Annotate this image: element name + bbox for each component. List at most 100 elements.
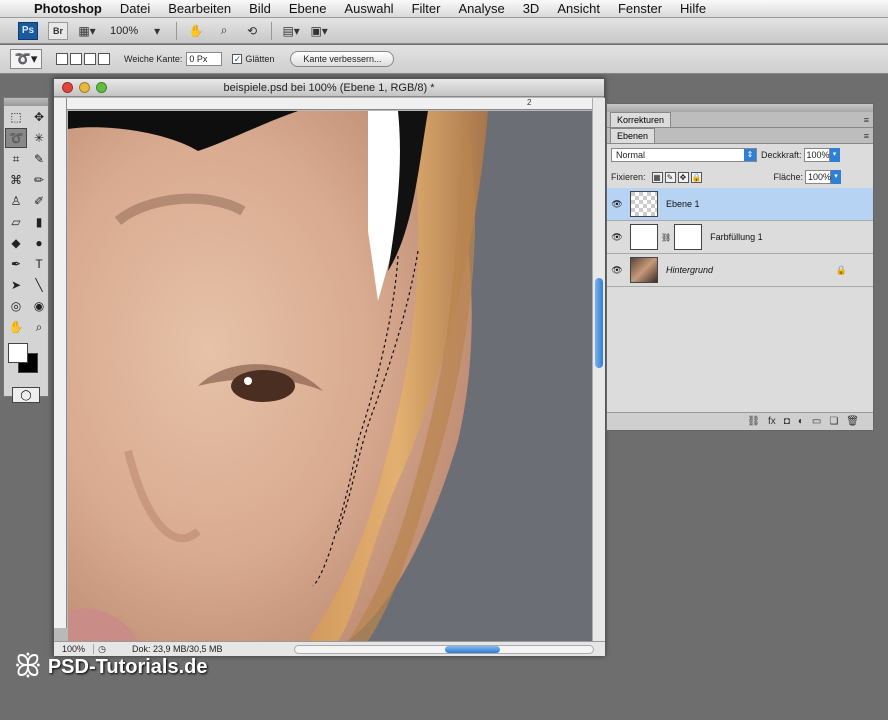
portrait-image <box>68 111 592 641</box>
gradient-tool-icon[interactable]: ▮ <box>28 212 50 232</box>
vertical-scrollbar[interactable] <box>592 98 605 641</box>
vertical-ruler[interactable] <box>54 98 67 628</box>
bridge-button[interactable]: Br <box>48 21 68 40</box>
zoom-tool-icon[interactable]: ⌕ <box>28 317 50 337</box>
magic-wand-icon[interactable]: ✳ <box>28 128 50 148</box>
adjustment-layer-icon[interactable]: ◐ <box>798 416 804 427</box>
eyedropper-icon[interactable]: ✎ <box>28 149 50 169</box>
color-swatches[interactable] <box>4 341 48 381</box>
tools-panel-header[interactable] <box>4 98 48 106</box>
menu-datei[interactable]: Datei <box>111 1 159 16</box>
marquee-tool-icon[interactable]: ⬚ <box>5 107 27 127</box>
lock-position-icon[interactable]: ✥ <box>677 171 689 183</box>
panel-menu-icon[interactable]: ≡ <box>864 115 869 125</box>
hand-tool-icon[interactable]: ✋ <box>5 317 27 337</box>
opacity-arrow-icon[interactable]: ▾ <box>829 148 840 162</box>
rotate-view-icon[interactable]: ⟲ <box>243 23 261 39</box>
clone-stamp-icon[interactable]: ♙ <box>5 191 27 211</box>
link-layers-icon[interactable]: ⛓ <box>747 416 760 427</box>
tab-layers[interactable]: Ebenen <box>610 128 656 143</box>
menu-bar: Photoshop Datei Bearbeiten Bild Ebene Au… <box>0 0 888 18</box>
layer-row[interactable]: 👁 Ebene 1 <box>607 188 873 221</box>
horizontal-ruler[interactable]: 2 <box>67 98 605 110</box>
menu-auswahl[interactable]: Auswahl <box>335 1 402 16</box>
menu-filter[interactable]: Filter <box>403 1 450 16</box>
quick-mask-button[interactable]: ◯ <box>12 387 40 403</box>
refine-edge-button[interactable]: Kante verbessern... <box>290 51 395 67</box>
opacity-input[interactable]: 100% ▾ <box>803 148 840 162</box>
fill-input[interactable]: 100% ▾ <box>805 170 842 184</box>
view-extras-icon[interactable]: ▦▾ <box>78 23 96 39</box>
pen-tool-icon[interactable]: ✒ <box>5 254 27 274</box>
layer-name[interactable]: Ebene 1 <box>666 199 700 209</box>
hand-icon[interactable]: ✋ <box>187 23 205 39</box>
watermark-text: PSD-Tutorials.de <box>47 655 208 678</box>
lock-transparency-icon[interactable]: ▦ <box>651 171 663 183</box>
visibility-eye-icon[interactable]: 👁 <box>610 232 624 243</box>
line-tool-icon[interactable]: ╲ <box>28 275 50 295</box>
visibility-eye-icon[interactable]: 👁 <box>610 199 624 210</box>
horizontal-scrollbar[interactable] <box>294 645 594 654</box>
ps-logo-icon: Ps <box>18 21 38 40</box>
layers-menu-icon[interactable]: ≡ <box>864 131 869 141</box>
layer-name[interactable]: Farbfüllung 1 <box>710 232 763 242</box>
document-titlebar[interactable]: beispiele.psd bei 100% (Ebene 1, RGB/8) … <box>54 79 604 97</box>
new-group-icon[interactable]: ▭ <box>812 416 821 427</box>
arrange-documents-icon[interactable]: ▤▾ <box>282 23 300 39</box>
new-layer-icon[interactable]: ❏ <box>829 416 838 427</box>
lock-all-icon[interactable]: 🔒 <box>690 171 702 183</box>
tool-preset-picker[interactable]: ➰▾ <box>10 49 42 69</box>
menu-analyse[interactable]: Analyse <box>449 1 513 16</box>
zoom-select[interactable]: 100% <box>110 25 138 37</box>
opacity-label: Deckkraft: <box>761 150 802 160</box>
menu-bearbeiten[interactable]: Bearbeiten <box>159 1 240 16</box>
3d-rotate-icon[interactable]: ◎ <box>5 296 27 316</box>
type-tool-icon[interactable]: T <box>28 254 50 274</box>
layer-row[interactable]: 👁 Hintergrund 🔒 <box>607 254 873 287</box>
screen-mode-icon[interactable]: ▣▾ <box>310 23 328 39</box>
menu-ebene[interactable]: Ebene <box>280 1 336 16</box>
vertical-scroll-thumb[interactable] <box>595 278 603 368</box>
layer-style-icon[interactable]: fx <box>768 416 776 427</box>
panel-header-bar[interactable] <box>607 104 873 112</box>
menu-fenster[interactable]: Fenster <box>609 1 671 16</box>
visibility-eye-icon[interactable]: 👁 <box>610 265 624 276</box>
feather-input[interactable]: 0 Px <box>186 52 223 66</box>
zoom-icon[interactable]: ⌕ <box>215 23 233 39</box>
path-selection-icon[interactable]: ➤ <box>5 275 27 295</box>
image-canvas[interactable] <box>68 111 592 641</box>
lock-pixels-icon[interactable]: ✎ <box>664 171 676 183</box>
opacity-value: 100% <box>806 150 830 160</box>
horizontal-scroll-thumb[interactable] <box>445 646 500 653</box>
delete-layer-icon[interactable]: 🗑 <box>846 416 859 427</box>
fill-arrow-icon[interactable]: ▾ <box>831 170 842 184</box>
menu-ansicht[interactable]: Ansicht <box>548 1 609 16</box>
blend-mode-select[interactable]: Normal ⇕ <box>611 148 757 162</box>
menu-hilfe[interactable]: Hilfe <box>671 1 715 16</box>
lock-label: Fixieren: <box>611 172 646 182</box>
crop-tool-icon[interactable]: ⌗ <box>5 149 27 169</box>
antialias-checkbox[interactable]: ✓ <box>232 54 243 64</box>
eraser-icon[interactable]: ▱ <box>5 212 27 232</box>
layer-row[interactable]: 👁 ⛓ Farbfüllung 1 <box>607 221 873 254</box>
move-tool-icon[interactable]: ✥ <box>28 107 50 127</box>
lasso-tool-icon[interactable]: ➰ <box>5 128 27 148</box>
selection-mode-buttons[interactable] <box>56 53 110 65</box>
history-brush-icon[interactable]: ✐ <box>28 191 50 211</box>
blur-tool-icon[interactable]: ◆ <box>5 233 27 253</box>
menu-bild[interactable]: Bild <box>240 1 280 16</box>
zoom-dropdown-icon[interactable]: ▾ <box>148 23 166 39</box>
menu-3d[interactable]: 3D <box>514 1 549 16</box>
layer-name[interactable]: Hintergrund <box>666 265 713 275</box>
tab-corrections[interactable]: Korrekturen <box>610 112 672 127</box>
foreground-color[interactable] <box>8 343 28 363</box>
healing-brush-icon[interactable]: ⌘ <box>5 170 27 190</box>
panel-tabs-top: Korrekturen ≡ <box>607 112 873 128</box>
add-mask-icon[interactable]: ◘ <box>784 416 790 427</box>
link-chain-icon: ⛓ <box>661 232 672 242</box>
dodge-tool-icon[interactable]: ● <box>28 233 50 253</box>
3d-orbit-icon[interactable]: ◉ <box>28 296 50 316</box>
brush-tool-icon[interactable]: ✏ <box>28 170 50 190</box>
document-window: beispiele.psd bei 100% (Ebene 1, RGB/8) … <box>53 78 605 656</box>
menu-app[interactable]: Photoshop <box>30 1 111 16</box>
